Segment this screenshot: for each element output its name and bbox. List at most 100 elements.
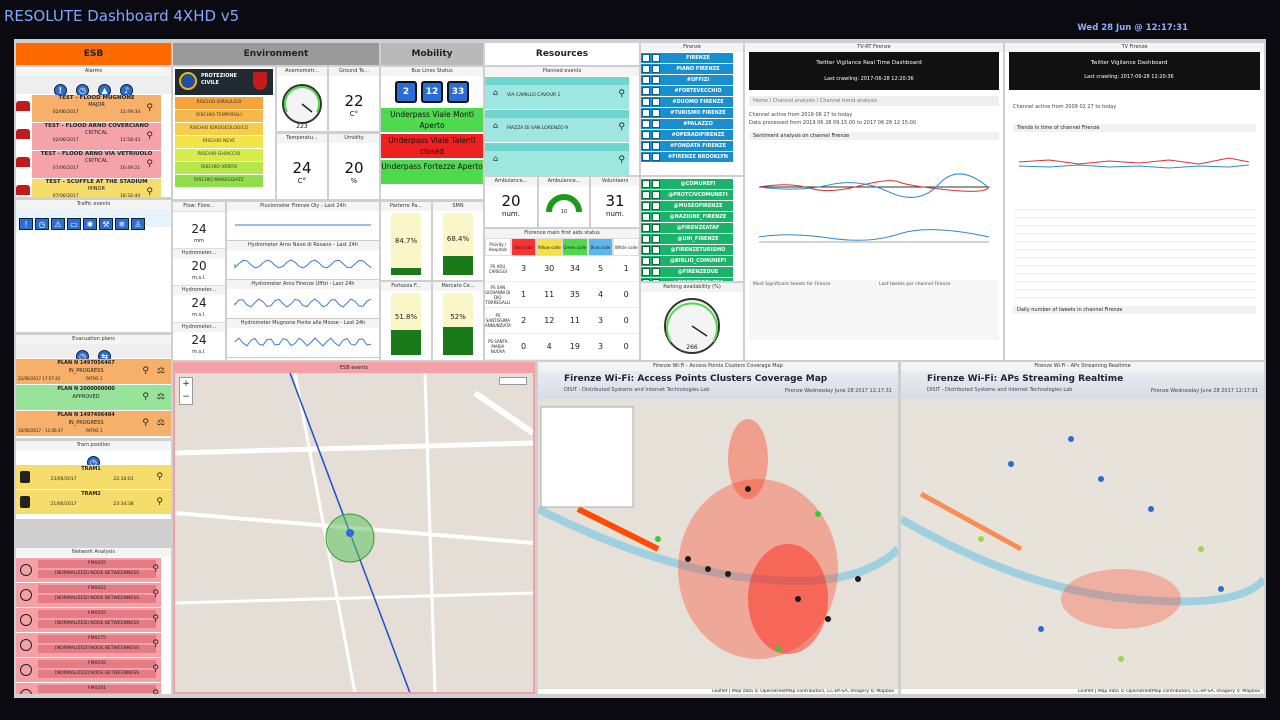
alarm-item[interactable]: TEST - FLOOD ARNO VIA VETRIUOLO CRITICAL 0…	[16, 151, 161, 178]
tweet-channel-item[interactable]: #PALAZZO	[641, 119, 733, 129]
checkbox-icon[interactable]	[652, 191, 660, 199]
tram-item[interactable]: TRAM2 21/06/2017 23:34:38 ⚲	[16, 490, 171, 514]
risk-item[interactable]: RISCHIO IDRAULICO	[175, 97, 263, 109]
network-item[interactable]: FM0425 [NORMALIZED] NODE BETWEENNESS ⚲	[16, 558, 161, 582]
warning-icon[interactable]: ⚠	[51, 218, 65, 230]
checkbox-icon[interactable]	[652, 279, 660, 281]
checkbox-icon[interactable]	[652, 87, 660, 95]
map-pin-icon[interactable]: ⚲	[152, 564, 159, 574]
tweet-channel-item[interactable]: #FIRENZE BROOKLYN	[641, 152, 733, 162]
tvrt-nav-home[interactable]: Home	[753, 98, 768, 104]
tweet-channel-item[interactable]: @FIRENZEPOLIZIA	[641, 278, 733, 281]
map-pin-icon[interactable]: ⚲	[618, 155, 625, 165]
checkbox-icon[interactable]	[642, 180, 650, 188]
tvrt-nav-channel[interactable]: Channel analysis	[773, 98, 815, 104]
checkbox-icon[interactable]	[642, 98, 650, 106]
tweet-channel-item[interactable]: @PROTCIVCOMUNEFI	[641, 190, 733, 200]
underpass-status[interactable]: Underpass Fortezze Aperto	[381, 160, 483, 184]
network-item[interactable]: FM0422 [NORMALIZED] NODE BETWEENNESS ⚲	[16, 583, 161, 607]
checkbox-icon[interactable]	[642, 257, 650, 265]
map-pin-icon[interactable]: ⚲	[142, 418, 149, 428]
checkbox-icon[interactable]	[652, 257, 660, 265]
risk-item[interactable]: RISCHIO TEMPORALI	[175, 110, 263, 122]
risk-item[interactable]: RISCHIO IDROGEOLOGICO	[175, 123, 263, 135]
map-pin-icon[interactable]: ⚲	[146, 187, 153, 197]
checkbox-icon[interactable]	[652, 180, 660, 188]
checkbox-icon[interactable]	[642, 153, 650, 161]
tweet-channel-item[interactable]: @BIBLIO_COMUNEFI	[641, 256, 733, 266]
tweet-channel-item[interactable]: #TURISMO FIRENZE	[641, 108, 733, 118]
wifi-coverage-map[interactable]	[538, 399, 898, 694]
tweet-channel-item[interactable]: #OPERADIFIRENZE	[641, 130, 733, 140]
checkbox-icon[interactable]	[652, 268, 660, 276]
underpass-status[interactable]: Underpass Viale Monti Aperto	[381, 108, 483, 132]
pedestrian-icon[interactable]: ♙	[131, 218, 145, 230]
tweet-channel-item[interactable]: @COMUNEFI	[641, 179, 733, 189]
risk-item[interactable]: RISCHIO GHIACCIO	[175, 149, 263, 161]
map-pin-icon[interactable]: ⚲	[152, 664, 159, 674]
balance-icon[interactable]: ⚖	[157, 418, 165, 428]
checkbox-icon[interactable]	[642, 202, 650, 210]
map-pin-icon[interactable]: ⚲	[618, 122, 625, 132]
checkbox-icon[interactable]	[642, 191, 650, 199]
checkbox-icon[interactable]	[652, 213, 660, 221]
car-icon[interactable]: ▭	[67, 218, 81, 230]
alarm-item[interactable]: TEST - SCUFFLE AT THE STADIUM MINOR 07/06/…	[16, 179, 161, 197]
checkbox-icon[interactable]	[642, 131, 650, 139]
tweet-channel-item[interactable]: #FORTEVECCHIO	[641, 86, 733, 96]
tvrt-nav-trend[interactable]: Channel trend analysis	[820, 98, 877, 104]
evacuation-item[interactable]: PLAN N 1497406484 IN_PROGRESS 10/06/2017 -…	[16, 411, 171, 436]
tweet-channel-item[interactable]: #DUOMO FIRENZE	[641, 97, 733, 107]
checkbox-icon[interactable]	[652, 54, 660, 62]
evacuation-item[interactable]: PLAN N 2000000000 APPROVED ⚲ ⚖	[16, 385, 171, 410]
checkbox-icon[interactable]	[652, 224, 660, 232]
checkbox-icon[interactable]	[642, 142, 650, 150]
zoom-controls[interactable]: + −	[179, 377, 193, 405]
checkbox-icon[interactable]	[652, 76, 660, 84]
map-pin-icon[interactable]: ⚲	[156, 472, 163, 482]
map-pin-icon[interactable]: ⚲	[152, 589, 159, 599]
checkbox-icon[interactable]	[642, 76, 650, 84]
underpass-status[interactable]: Underpass Viale Talenti closed	[381, 134, 483, 158]
info-icon[interactable]: !	[19, 218, 33, 230]
snow-icon[interactable]: ❄	[115, 218, 129, 230]
tweet-channel-item[interactable]: #UFFIZI	[641, 75, 733, 85]
risk-item[interactable]: RISCHIO NEVE	[175, 136, 263, 148]
alarm-item[interactable]: TEST - FLOOD MUGNONE MAJOR 02/06/2017 12:49…	[16, 95, 161, 122]
planned-event[interactable]: ⌂ PIAZZA DI SAN LORENZO 9 ⚲	[485, 110, 629, 142]
clock-icon[interactable]: ◷	[35, 218, 49, 230]
checkbox-icon[interactable]	[642, 54, 650, 62]
network-item[interactable]: FM0201[NORMALIZED] NODE BETWEENNESS⚲	[16, 683, 161, 694]
checkbox-icon[interactable]	[652, 65, 660, 73]
checkbox-icon[interactable]	[652, 109, 660, 117]
checkbox-icon[interactable]	[652, 235, 660, 243]
checkbox-icon[interactable]	[652, 120, 660, 128]
layer-control[interactable]	[499, 377, 527, 385]
planned-event[interactable]: ⌂ VIA CAMILLO CAVOUR 1 ⚲	[485, 77, 629, 109]
weather-icon[interactable]: ✱	[83, 218, 97, 230]
wifi-streaming-map[interactable]	[901, 399, 1264, 694]
roadworks-icon[interactable]: ⚒	[99, 218, 113, 230]
tweet-channel-item[interactable]: PIANO FIRENZE	[641, 64, 733, 74]
tweet-channel-item[interactable]: #FONDATA FIRENZE	[641, 141, 733, 151]
tram-item[interactable]: TRAM1 23/06/2017 22:10:01 ⚲	[16, 465, 171, 489]
map-pin-icon[interactable]: ⚲	[146, 131, 153, 141]
bus-line-badge[interactable]: 2	[395, 81, 417, 103]
network-item[interactable]: FM0556 [NORMALIZED] NODE BETWEENNESS ⚲	[16, 658, 161, 682]
checkbox-icon[interactable]	[652, 142, 660, 150]
risk-item[interactable]: RISCHIO VENTO	[175, 162, 263, 174]
checkbox-icon[interactable]	[652, 131, 660, 139]
map-pin-icon[interactable]: ⚲	[156, 497, 163, 507]
checkbox-icon[interactable]	[642, 109, 650, 117]
tweet-channel-item[interactable]: @FIRENZETURISMO	[641, 245, 733, 255]
checkbox-icon[interactable]	[642, 213, 650, 221]
bus-line-badge[interactable]: 12	[421, 81, 443, 103]
map-pin-icon[interactable]: ⚲	[142, 392, 149, 402]
tweet-channel-item[interactable]: @UNI_FIRENZE	[641, 234, 733, 244]
tweet-channel-item[interactable]: FIRENZE	[641, 53, 733, 63]
checkbox-icon[interactable]	[652, 153, 660, 161]
map-pin-icon[interactable]: ⚲	[146, 159, 153, 169]
balance-icon[interactable]: ⚖	[157, 366, 165, 376]
bus-line-badge[interactable]: 33	[447, 81, 469, 103]
balance-icon[interactable]: ⚖	[157, 392, 165, 402]
